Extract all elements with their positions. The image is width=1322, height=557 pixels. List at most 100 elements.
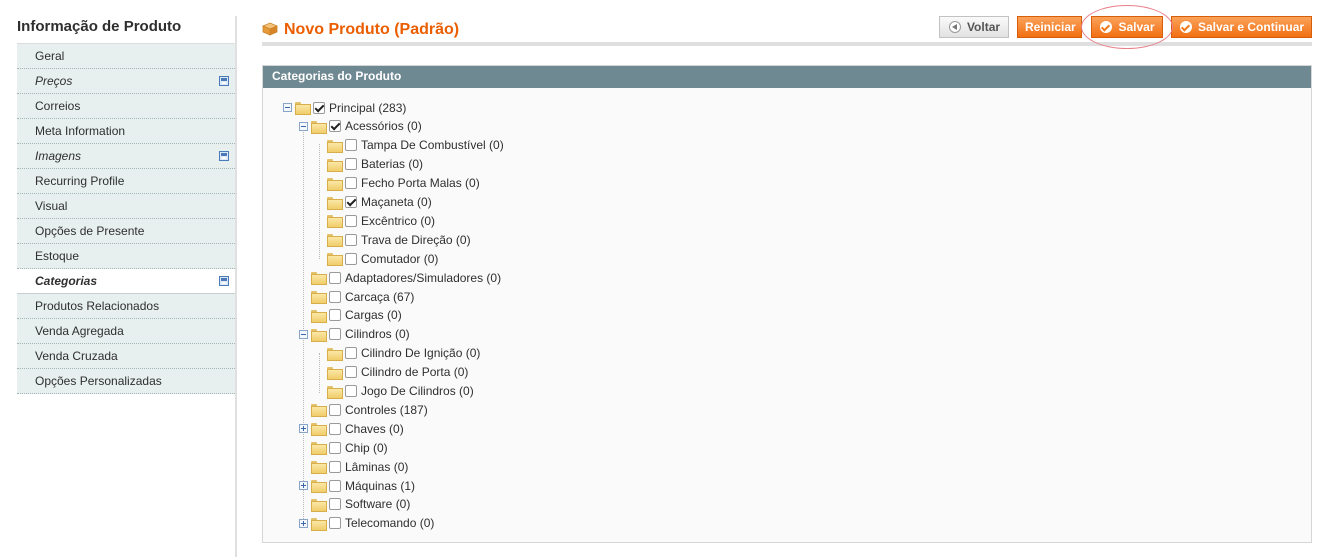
category-label[interactable]: Chip (0) <box>345 441 388 455</box>
sidebar-tab-op-es-personalizadas[interactable]: Opções Personalizadas <box>17 369 237 394</box>
category-checkbox[interactable] <box>345 177 357 190</box>
save-button-label: Salvar <box>1118 20 1155 34</box>
category-label[interactable]: Baterias (0) <box>361 157 423 171</box>
sidebar-tab-venda-cruzada[interactable]: Venda Cruzada <box>17 344 237 369</box>
category-checkbox[interactable] <box>345 158 357 171</box>
back-button[interactable]: Voltar <box>939 16 1009 38</box>
collapse-minus-icon[interactable] <box>299 329 308 339</box>
sidebar-tab-label: Opções Personalizadas <box>35 374 162 388</box>
category-label[interactable]: Software (0) <box>345 497 410 511</box>
sidebar-tab-recurring-profile[interactable]: Recurring Profile <box>17 169 237 194</box>
check-icon <box>1100 21 1112 33</box>
category-label[interactable]: Comutador (0) <box>361 252 438 266</box>
category-checkbox[interactable] <box>329 120 341 133</box>
category-label[interactable]: Máquinas (1) <box>345 479 415 493</box>
sidebar-tab-imagens[interactable]: Imagens <box>17 144 237 169</box>
category-checkbox[interactable] <box>329 403 341 416</box>
folder-icon <box>326 233 343 248</box>
sidebar-tab-label: Opções de Presente <box>35 224 145 238</box>
sidebar-tab-label: Correios <box>35 99 81 113</box>
collapse-minus-icon[interactable] <box>299 121 308 131</box>
category-label[interactable]: Tampa De Combustível (0) <box>361 138 504 152</box>
category-label[interactable]: Principal (283) <box>329 101 406 115</box>
save-disk-icon <box>219 76 229 86</box>
category-checkbox[interactable] <box>345 347 357 360</box>
category-label[interactable]: Maçaneta (0) <box>361 195 432 209</box>
sidebar-tab-geral[interactable]: Geral <box>17 44 237 69</box>
expand-plus-icon[interactable] <box>299 481 308 490</box>
folder-icon <box>310 290 327 304</box>
tree-node: Jogo De Cilindros (0) <box>315 382 474 401</box>
folder-icon <box>310 441 327 456</box>
sidebar-tab-label: Produtos Relacionados <box>35 299 160 313</box>
category-checkbox[interactable] <box>329 328 341 341</box>
category-label[interactable]: Jogo De Cilindros (0) <box>361 384 474 398</box>
sidebar-tab-label: Meta Information <box>35 124 126 138</box>
category-checkbox[interactable] <box>329 460 341 473</box>
tree-node: Tampa De Combustível (0) <box>315 136 504 155</box>
category-checkbox[interactable] <box>329 290 341 303</box>
category-label[interactable]: Telecomando (0) <box>345 516 434 530</box>
categories-panel: Categorias do Produto Principal (283) Ace… <box>262 65 1312 543</box>
category-label[interactable]: Chaves (0) <box>345 422 404 436</box>
category-label[interactable]: Cilindro De Ignição (0) <box>361 346 480 360</box>
tree-node: Carcaça (67) <box>299 287 414 306</box>
category-checkbox[interactable] <box>345 252 357 265</box>
category-label[interactable]: Acessórios (0) <box>345 119 422 133</box>
category-checkbox[interactable] <box>345 196 357 208</box>
category-checkbox[interactable] <box>345 214 357 227</box>
save-and-continue-button[interactable]: Salvar e Continuar <box>1171 16 1312 38</box>
sidebar-tab-label: Visual <box>35 199 68 213</box>
tree-node: Cilindros (0) <box>299 325 410 344</box>
category-label[interactable]: Fecho Porta Malas (0) <box>361 176 480 190</box>
category-label[interactable]: Trava de Direção (0) <box>361 233 471 247</box>
category-checkbox[interactable] <box>345 233 357 246</box>
expand-plus-icon[interactable] <box>299 518 308 528</box>
sidebar-tab-produtos-relacionados[interactable]: Produtos Relacionados <box>17 294 237 319</box>
category-checkbox[interactable] <box>329 422 341 435</box>
sidebar-tab-correios[interactable]: Correios <box>17 94 237 119</box>
sidebar-tab-visual[interactable]: Visual <box>17 194 237 219</box>
save-button[interactable]: Salvar <box>1091 16 1163 38</box>
sidebar-tab-label: Imagens <box>35 149 82 163</box>
category-checkbox[interactable] <box>329 517 341 530</box>
page-title: Novo Produto (Padrão) <box>284 21 460 38</box>
sidebar-tab-op-es-de-presente[interactable]: Opções de Presente <box>17 219 237 244</box>
category-label[interactable]: Carcaça (67) <box>345 290 414 304</box>
sidebar-tab-categorias[interactable]: Categorias <box>17 269 237 294</box>
sidebar-tab-meta-information[interactable]: Meta Information <box>17 119 237 144</box>
save-disk-icon <box>219 276 229 286</box>
tree-node: Lâminas (0) <box>299 457 408 476</box>
expand-plus-icon[interactable] <box>299 424 308 434</box>
folder-icon <box>326 158 343 172</box>
tree-node: Acessórios (0) <box>299 117 422 136</box>
category-label[interactable]: Lâminas (0) <box>345 460 408 474</box>
category-checkbox[interactable] <box>313 101 325 114</box>
tree-node: Controles (187) <box>299 400 428 419</box>
category-checkbox[interactable] <box>329 271 341 284</box>
folder-icon <box>326 177 343 191</box>
sidebar-tab-label: Recurring Profile <box>35 174 125 188</box>
category-checkbox[interactable] <box>329 479 341 492</box>
sidebar-tab-estoque[interactable]: Estoque <box>17 244 237 269</box>
category-checkbox[interactable] <box>345 385 357 397</box>
sidebar-tab-venda-agregada[interactable]: Venda Agregada <box>17 319 237 344</box>
reset-button[interactable]: Reiniciar <box>1017 16 1082 38</box>
category-label[interactable]: Excêntrico (0) <box>361 214 435 228</box>
category-checkbox[interactable] <box>345 139 357 152</box>
category-label[interactable]: Controles (187) <box>345 403 428 417</box>
category-label[interactable]: Cilindro de Porta (0) <box>361 365 468 379</box>
folder-icon <box>310 479 327 493</box>
collapse-minus-icon[interactable] <box>283 103 292 112</box>
category-checkbox[interactable] <box>329 498 341 511</box>
category-label[interactable]: Cargas (0) <box>345 308 402 322</box>
category-label[interactable]: Adaptadores/Simuladores (0) <box>345 271 501 285</box>
category-checkbox[interactable] <box>329 441 341 454</box>
check-icon <box>1180 21 1192 33</box>
sidebar-tab-label: Geral <box>35 49 65 63</box>
category-checkbox[interactable] <box>345 366 357 379</box>
category-checkbox[interactable] <box>329 309 341 322</box>
category-label[interactable]: Cilindros (0) <box>345 327 410 341</box>
sidebar-tabs: Geral Preços Correios Meta Information Image… <box>17 44 237 394</box>
sidebar-tab-pre-os[interactable]: Preços <box>17 69 237 94</box>
